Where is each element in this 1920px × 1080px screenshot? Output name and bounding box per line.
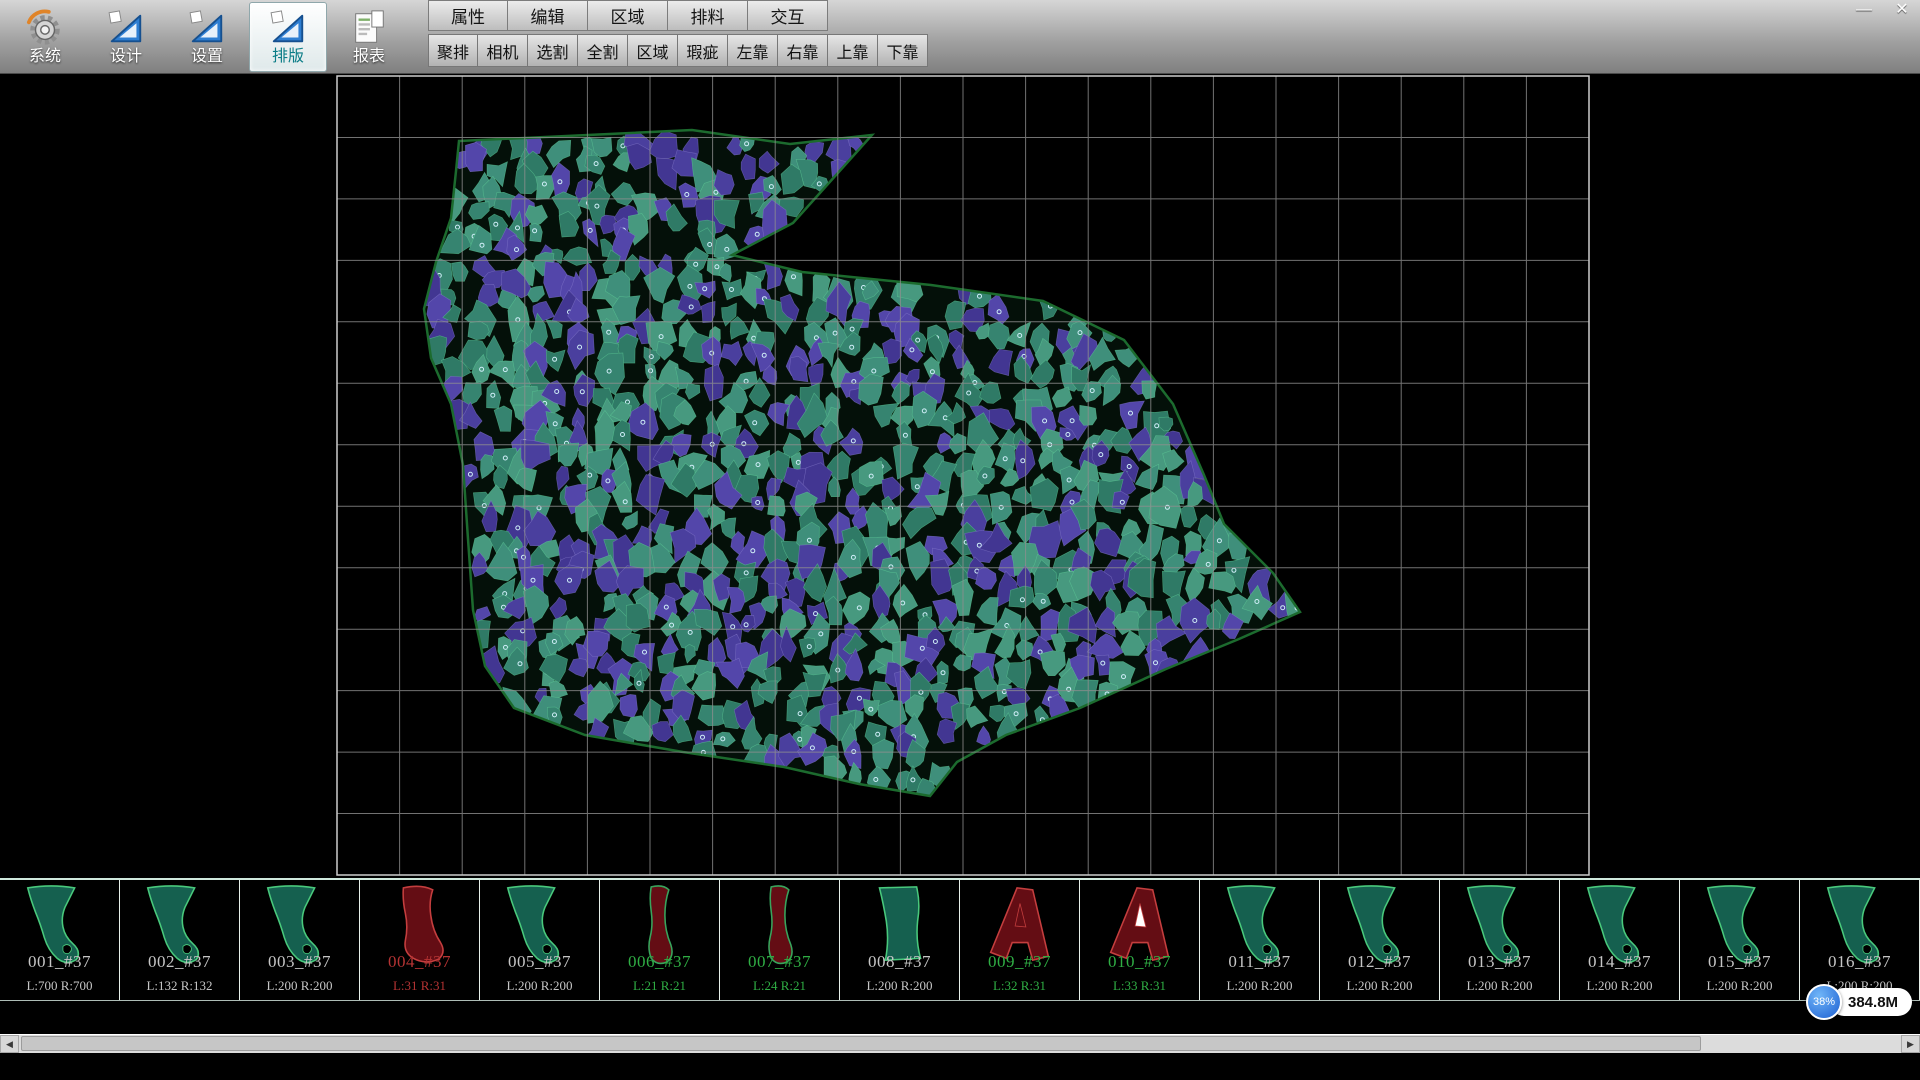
tool-button-cut-all[interactable]: 全割 [578, 34, 628, 67]
piece-lr-label: L:700 R:700 [0, 978, 119, 994]
menu-tab-row: 属性编辑区域排料交互 [428, 0, 928, 31]
piece-id-label: 008_#37 [840, 952, 959, 972]
toolbar-button-label: 报表 [353, 49, 385, 65]
tool-button-select-cut[interactable]: 选割 [528, 34, 578, 67]
piece-thumbnail[interactable]: 016_#37L:200 R:200 [1800, 880, 1920, 1000]
piece-thumbnail[interactable]: 007_#37 L:24 R:21 [720, 880, 840, 1000]
piece-thumbnail[interactable]: 009_#37 L:32 R:31 [960, 880, 1080, 1000]
piece-lr-label: L:200 R:200 [1440, 978, 1559, 994]
piece-thumbnail[interactable]: 005_#37 L:200 R:200 [480, 880, 600, 1000]
toolbar-button-design[interactable]: 设计 [87, 2, 165, 72]
piece-thumbnail[interactable]: 012_#37 L:200 R:200 [1320, 880, 1440, 1000]
piece-id-label: 004_#37 [360, 952, 479, 972]
piece-thumbnail[interactable]: 014_#37 L:200 R:200 [1560, 880, 1680, 1000]
piece-thumbnail[interactable]: 013_#37 L:200 R:200 [1440, 880, 1560, 1000]
piece-lr-label: L:33 R:31 [1080, 978, 1199, 994]
piece-id-label: 016_#37 [1800, 952, 1919, 972]
toolbar-button-settings[interactable]: 设置 [168, 2, 246, 72]
hide-nesting-view [0, 74, 1920, 884]
piece-lr-label: L:200 R:200 [1200, 978, 1319, 994]
piece-lr-label: L:200 R:200 [1560, 978, 1679, 994]
memory-value-label: 384.8M [1830, 988, 1912, 1016]
menu-tab-properties[interactable]: 属性 [428, 0, 508, 31]
close-button[interactable]: ✕ [1890, 2, 1914, 20]
scroll-right-button[interactable]: ▶ [1901, 1035, 1920, 1053]
piece-thumbnail-strip: 001_#37 L:700 R:700002_#37 L:132 R:132003_… [0, 878, 1920, 1001]
tool-button-camera[interactable]: 相机 [478, 34, 528, 67]
window-controls: — ✕ [1852, 2, 1914, 20]
piece-thumbnail[interactable]: 002_#37 L:132 R:132 [120, 880, 240, 1000]
menu-tab-region[interactable]: 区域 [588, 0, 668, 31]
tool-button-region[interactable]: 区域 [628, 34, 678, 67]
toolbar-button-system[interactable]: 系统 [6, 2, 84, 72]
toolbar-button-label: 排版 [272, 49, 304, 65]
piece-id-label: 007_#37 [720, 952, 839, 972]
piece-lr-label: L:200 R:200 [240, 978, 359, 994]
tool-button-cluster-nest[interactable]: 聚排 [428, 34, 478, 67]
piece-lr-label: L:200 R:200 [1320, 978, 1439, 994]
toolbar-button-label: 设置 [191, 49, 223, 65]
piece-lr-label: L:200 R:200 [480, 978, 599, 994]
tool-button-snap-top[interactable]: 上靠 [828, 34, 878, 67]
piece-thumbnail[interactable]: 001_#37 L:700 R:700 [0, 880, 120, 1000]
piece-thumbnail[interactable]: 015_#37 L:200 R:200 [1680, 880, 1800, 1000]
piece-id-label: 012_#37 [1320, 952, 1439, 972]
piece-id-label: 005_#37 [480, 952, 599, 972]
piece-thumbnail[interactable]: 008_#37 L:200 R:200 [840, 880, 960, 1000]
piece-id-label: 003_#37 [240, 952, 359, 972]
piece-thumbnail[interactable]: 011_#37 L:200 R:200 [1200, 880, 1320, 1000]
piece-id-label: 001_#37 [0, 952, 119, 972]
piece-lr-label: L:32 R:31 [960, 978, 1079, 994]
triangle-ruler-icon [107, 9, 145, 47]
toolbar-button-layout[interactable]: 排版 [249, 2, 327, 72]
piece-lr-label: L:200 R:200 [1680, 978, 1799, 994]
main-toolbar: 系统 设计 设置 排版 报表 [6, 2, 408, 72]
minimize-button[interactable]: — [1852, 2, 1876, 20]
toolbar-button-label: 系统 [29, 49, 61, 65]
toolbar-button-label: 设计 [110, 49, 142, 65]
piece-id-label: 006_#37 [600, 952, 719, 972]
triangle-ruler-icon [188, 9, 226, 47]
piece-lr-label: L:21 R:21 [600, 978, 719, 994]
menu-tab-interact[interactable]: 交互 [748, 0, 828, 31]
piece-lr-label: L:132 R:132 [120, 978, 239, 994]
titlebar: 系统设计设置排版报表 属性编辑区域排料交互 聚排相机选割全割区域瑕疵左靠右靠上靠… [0, 0, 1920, 74]
scroll-left-button[interactable]: ◀ [0, 1035, 19, 1053]
application-window: 系统设计设置排版报表 属性编辑区域排料交互 聚排相机选割全割区域瑕疵左靠右靠上靠… [0, 0, 1920, 1080]
tool-button-row: 聚排相机选割全割区域瑕疵左靠右靠上靠下靠 [428, 31, 928, 67]
piece-id-label: 002_#37 [120, 952, 239, 972]
piece-thumbnail[interactable]: 006_#37 L:21 R:21 [600, 880, 720, 1000]
menu-area: 属性编辑区域排料交互 聚排相机选割全割区域瑕疵左靠右靠上靠下靠 [428, 0, 928, 67]
piece-id-label: 014_#37 [1560, 952, 1679, 972]
piece-lr-label: L:31 R:31 [360, 978, 479, 994]
scrollbar-track[interactable] [19, 1035, 1901, 1053]
piece-thumbnail[interactable]: 004_#37 L:31 R:31 [360, 880, 480, 1000]
toolbar-button-report[interactable]: 报表 [330, 2, 408, 72]
menu-tab-nesting[interactable]: 排料 [668, 0, 748, 31]
piece-thumbnail[interactable]: 003_#37 L:200 R:200 [240, 880, 360, 1000]
tool-button-snap-left[interactable]: 左靠 [728, 34, 778, 67]
piece-id-label: 015_#37 [1680, 952, 1799, 972]
triangle-ruler-icon [269, 9, 307, 47]
progress-percent-badge: 38% [1806, 984, 1842, 1020]
menu-tab-edit[interactable]: 编辑 [508, 0, 588, 31]
piece-id-label: 013_#37 [1440, 952, 1559, 972]
horizontal-scrollbar: ◀ ▶ [0, 1034, 1920, 1053]
piece-lr-label: L:24 R:21 [720, 978, 839, 994]
memory-usage-badge: 38% 384.8M [1806, 984, 1912, 1020]
piece-id-label: 010_#37 [1080, 952, 1199, 972]
nesting-canvas[interactable] [0, 74, 1920, 884]
tool-button-defect[interactable]: 瑕疵 [678, 34, 728, 67]
report-icon [350, 9, 388, 47]
piece-id-label: 011_#37 [1200, 952, 1319, 972]
gear-icon [26, 9, 64, 47]
piece-id-label: 009_#37 [960, 952, 1079, 972]
scrollbar-thumb[interactable] [21, 1036, 1701, 1051]
tool-button-snap-right[interactable]: 右靠 [778, 34, 828, 67]
piece-lr-label: L:200 R:200 [840, 978, 959, 994]
piece-thumbnail[interactable]: 010_#37 L:33 R:31 [1080, 880, 1200, 1000]
tool-button-snap-bottom[interactable]: 下靠 [878, 34, 928, 67]
